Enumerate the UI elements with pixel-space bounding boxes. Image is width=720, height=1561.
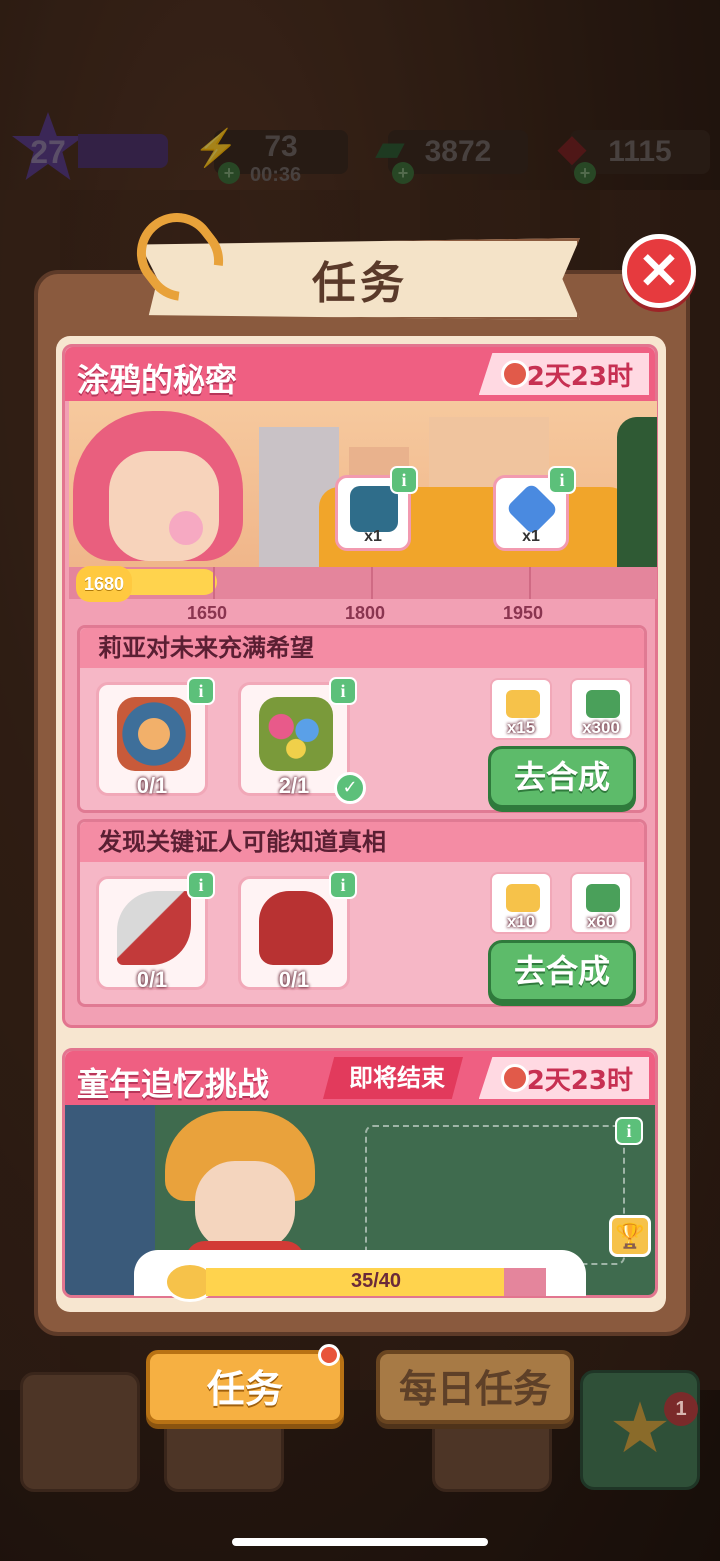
character-face (109, 451, 219, 561)
task-reward: x300 (570, 678, 632, 740)
clock-icon (500, 1064, 529, 1092)
info-icon[interactable]: i (187, 677, 215, 705)
tree (617, 417, 657, 567)
event-progress-bar (69, 567, 657, 599)
event2-progress-text: 35/40 (350, 1270, 402, 1292)
task-reward: x10 (490, 872, 552, 934)
milestone-label: 1950 (503, 603, 544, 623)
cash-icon (586, 690, 620, 718)
reward-qty: x300 (582, 718, 620, 737)
reward-qty: x1 (364, 528, 382, 545)
task-item[interactable]: i 0/1 (96, 871, 215, 992)
milestone-tick (213, 567, 215, 599)
notification-dot (318, 1344, 340, 1366)
star-badge: 1 (664, 1392, 698, 1426)
event-timer: 2天23时 (478, 353, 649, 395)
check-icon: ✓ (334, 772, 366, 804)
tab-tasks[interactable]: 任务 (146, 1350, 344, 1424)
task-title: 发现关键证人可能知道真相 (80, 822, 644, 862)
info-icon[interactable]: i (615, 1117, 643, 1145)
home-indicator[interactable] (232, 1538, 488, 1546)
tab-daily-tasks[interactable]: 每日任务 (376, 1350, 574, 1424)
pruning-shears-icon (117, 891, 191, 965)
milestone-tick (529, 567, 531, 599)
milestone-reward[interactable]: i x1 (493, 466, 576, 551)
back-arrow-button (20, 1372, 140, 1492)
milestone-label: 1650 (187, 603, 228, 623)
close-button[interactable]: ✕ (622, 234, 696, 308)
info-icon[interactable]: i (548, 466, 576, 494)
event-timer: 2天23时 (478, 1057, 649, 1099)
task-card: 莉亚对未来充满希望 i 0/1 i 2/1 ✓ x15 x300 去合成 (77, 625, 647, 813)
reward-qty: x15 (506, 718, 536, 737)
reward-qty: x60 (586, 912, 616, 931)
milestone-tick (371, 567, 373, 599)
panel-title: 任务 (312, 258, 408, 309)
star-coin-icon (506, 690, 540, 718)
go-merge-button[interactable]: 去合成 (488, 940, 636, 1002)
task-item[interactable]: i 0/1 (238, 871, 357, 992)
cash-icon (586, 884, 620, 912)
task-card: 发现关键证人可能知道真相 i 0/1 i 0/1 x10 x60 去合成 (77, 819, 647, 1007)
event2-progress: 35/40 (134, 1250, 586, 1302)
info-icon[interactable]: i (329, 677, 357, 705)
clock-icon (500, 360, 529, 388)
progress-score-badge: 1680 (76, 566, 132, 602)
info-icon[interactable]: i (390, 466, 418, 494)
star-coin-icon (506, 884, 540, 912)
ending-soon-badge: 即将结束 (323, 1057, 463, 1099)
character-face (195, 1161, 295, 1251)
task-title: 莉亚对未来充满希望 (80, 628, 644, 668)
task-reward: x15 (490, 678, 552, 740)
info-icon[interactable]: i (187, 871, 215, 899)
item-count: 2/1 (278, 773, 310, 798)
trophy-icon[interactable]: 🏆 (609, 1215, 651, 1257)
character-portrait (69, 411, 249, 567)
chalkboard (365, 1125, 625, 1265)
flower-basket-icon (259, 697, 333, 771)
bubblegum-icon (169, 511, 203, 545)
reward-qty: x10 (506, 912, 536, 931)
event-header: 童年追忆挑战 即将结束 2天23时 (65, 1051, 655, 1105)
event-title: 涂鸦的秘密 (77, 361, 238, 399)
event2-progress-bar: 35/40 (206, 1268, 546, 1296)
item-count: 0/1 (136, 773, 168, 798)
event-header: 涂鸦的秘密 2天23时 (65, 347, 655, 401)
star-button: ★ (580, 1370, 700, 1490)
treasure-chest-icon (350, 486, 398, 532)
event-title: 童年追忆挑战 (77, 1065, 270, 1103)
event-scene: i x1 i x1 (69, 401, 657, 567)
vase-icon (117, 697, 191, 771)
event-timer-text: 2天23时 (526, 361, 633, 392)
close-icon: ✕ (638, 243, 680, 299)
red-gloves-icon (259, 891, 333, 965)
info-icon[interactable]: i (329, 871, 357, 899)
task-item[interactable]: i 0/1 (96, 677, 215, 798)
go-merge-button[interactable]: 去合成 (488, 746, 636, 808)
item-count: 0/1 (278, 967, 310, 992)
task-item[interactable]: i 2/1 (238, 677, 357, 798)
star-icon: ★ (608, 1387, 672, 1469)
milestone-label: 1800 (345, 603, 386, 623)
milestone-reward[interactable]: i x1 (335, 466, 418, 551)
item-count: 0/1 (136, 967, 168, 992)
event-timer-text: 2天23时 (526, 1065, 633, 1096)
task-reward: x60 (570, 872, 632, 934)
event-card-graffiti: 涂鸦的秘密 2天23时 i x1 i x1 1650 1800 1950 莉亚对… (62, 344, 658, 1028)
reward-qty: x1 (522, 528, 540, 545)
